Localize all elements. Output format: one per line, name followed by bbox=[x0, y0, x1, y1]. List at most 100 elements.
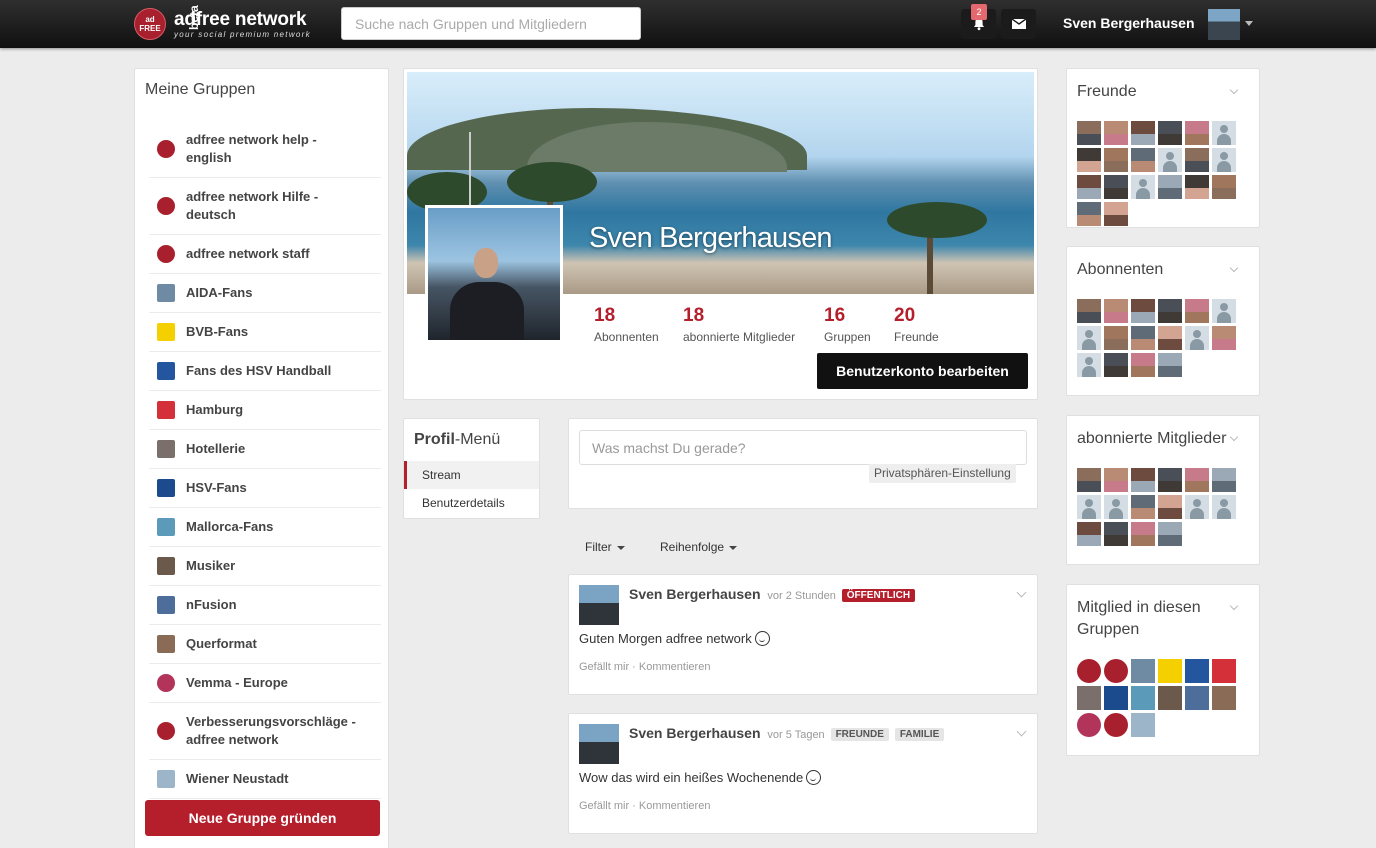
member-avatar[interactable] bbox=[1077, 175, 1101, 199]
member-avatar[interactable] bbox=[1104, 148, 1128, 172]
member-avatar[interactable] bbox=[1104, 299, 1128, 323]
order-dropdown[interactable]: Reihenfolge bbox=[660, 540, 738, 554]
member-avatar[interactable] bbox=[1158, 353, 1182, 377]
collapse-chevron-icon[interactable] bbox=[1229, 601, 1239, 611]
post-options-chevron-icon[interactable] bbox=[1016, 587, 1027, 598]
group-item[interactable]: Mallorca-Fans bbox=[149, 508, 381, 547]
member-avatar[interactable] bbox=[1104, 353, 1128, 377]
member-avatar[interactable] bbox=[1158, 326, 1182, 350]
post-author-avatar[interactable] bbox=[579, 585, 619, 625]
post-timestamp[interactable]: vor 2 Stunden bbox=[767, 590, 836, 602]
book-icon[interactable] bbox=[1131, 713, 1155, 737]
member-avatar[interactable] bbox=[1104, 468, 1128, 492]
hamburg-crest-icon[interactable] bbox=[1212, 659, 1236, 683]
member-avatar[interactable] bbox=[1212, 148, 1236, 172]
collapse-chevron-icon[interactable] bbox=[1229, 263, 1239, 273]
post-author-avatar[interactable] bbox=[579, 724, 619, 764]
member-avatar[interactable] bbox=[1131, 495, 1155, 519]
post-author-name[interactable]: Sven Bergerhausen bbox=[629, 586, 761, 602]
create-group-button[interactable]: Neue Gruppe gründen bbox=[145, 800, 380, 836]
privacy-settings-button[interactable]: Privatsphären-Einstellung bbox=[869, 464, 1016, 483]
member-avatar[interactable] bbox=[1158, 522, 1182, 546]
comment-link[interactable]: Kommentieren bbox=[639, 661, 711, 673]
user-menu-caret-icon[interactable] bbox=[1245, 21, 1253, 26]
member-avatar[interactable] bbox=[1077, 121, 1101, 145]
current-user-avatar[interactable] bbox=[1208, 9, 1240, 40]
member-avatar[interactable] bbox=[1131, 299, 1155, 323]
post-author-name[interactable]: Sven Bergerhausen bbox=[629, 725, 761, 741]
collapse-chevron-icon[interactable] bbox=[1229, 85, 1239, 95]
member-avatar[interactable] bbox=[1185, 148, 1209, 172]
member-avatar[interactable] bbox=[1131, 468, 1155, 492]
member-avatar[interactable] bbox=[1185, 299, 1209, 323]
group-item[interactable]: HSV-Fans bbox=[149, 469, 381, 508]
member-avatar[interactable] bbox=[1185, 495, 1209, 519]
group-item[interactable]: BVB-Fans bbox=[149, 313, 381, 352]
beach-icon[interactable] bbox=[1131, 686, 1155, 710]
status-input[interactable] bbox=[579, 430, 1027, 465]
group-item[interactable]: AIDA-Fans bbox=[149, 274, 381, 313]
member-avatar[interactable] bbox=[1077, 202, 1101, 226]
hsv-handball-icon[interactable] bbox=[1185, 659, 1209, 683]
member-avatar[interactable] bbox=[1077, 522, 1101, 546]
member-avatar[interactable] bbox=[1077, 148, 1101, 172]
member-avatar[interactable] bbox=[1212, 175, 1236, 199]
ship-icon[interactable] bbox=[1131, 659, 1155, 683]
member-avatar[interactable] bbox=[1185, 121, 1209, 145]
member-avatar[interactable] bbox=[1077, 353, 1101, 377]
post-timestamp[interactable]: vor 5 Tagen bbox=[767, 729, 824, 741]
stat-friends[interactable]: 20 Freunde bbox=[894, 305, 939, 344]
group-item[interactable]: Wiener Neustadt bbox=[149, 760, 381, 799]
filter-dropdown[interactable]: Filter bbox=[585, 540, 625, 554]
adfree-logo-icon[interactable] bbox=[1077, 659, 1101, 683]
messages-button[interactable] bbox=[1001, 9, 1036, 39]
adfree-logo-icon[interactable] bbox=[1104, 713, 1128, 737]
member-avatar[interactable] bbox=[1212, 468, 1236, 492]
member-avatar[interactable] bbox=[1158, 175, 1182, 199]
profile-avatar[interactable] bbox=[425, 205, 563, 343]
member-avatar[interactable] bbox=[1158, 121, 1182, 145]
member-avatar[interactable] bbox=[1077, 299, 1101, 323]
wings-icon[interactable] bbox=[1185, 686, 1209, 710]
member-avatar[interactable] bbox=[1077, 468, 1101, 492]
menu-item-user-details[interactable]: Benutzerdetails bbox=[404, 489, 539, 517]
hotel-icon[interactable] bbox=[1077, 686, 1101, 710]
member-avatar[interactable] bbox=[1077, 326, 1101, 350]
member-avatar[interactable] bbox=[1131, 353, 1155, 377]
group-item[interactable]: nFusion bbox=[149, 586, 381, 625]
group-item[interactable]: adfree network staff bbox=[149, 235, 381, 274]
member-avatar[interactable] bbox=[1104, 522, 1128, 546]
vemma-icon[interactable] bbox=[1077, 713, 1101, 737]
like-link[interactable]: Gefällt mir bbox=[579, 800, 629, 812]
group-item[interactable]: Verbesserungsvorschläge - adfree network bbox=[149, 703, 381, 760]
stat-subscribers[interactable]: 18 Abonnenten bbox=[594, 305, 659, 344]
bvb-crest-icon[interactable] bbox=[1158, 659, 1182, 683]
member-avatar[interactable] bbox=[1131, 522, 1155, 546]
post-options-chevron-icon[interactable] bbox=[1016, 726, 1027, 737]
guitar-icon[interactable] bbox=[1158, 686, 1182, 710]
member-avatar[interactable] bbox=[1131, 148, 1155, 172]
group-item[interactable]: Querformat bbox=[149, 625, 381, 664]
member-avatar[interactable] bbox=[1212, 299, 1236, 323]
like-link[interactable]: Gefällt mir bbox=[579, 661, 629, 673]
member-avatar[interactable] bbox=[1185, 326, 1209, 350]
member-avatar[interactable] bbox=[1212, 121, 1236, 145]
group-item[interactable]: Hotellerie bbox=[149, 430, 381, 469]
hsv-diamond-icon[interactable] bbox=[1104, 686, 1128, 710]
member-avatar[interactable] bbox=[1131, 175, 1155, 199]
adfree-logo-icon[interactable] bbox=[1104, 659, 1128, 683]
member-avatar[interactable] bbox=[1158, 495, 1182, 519]
menu-item-stream[interactable]: Stream bbox=[404, 461, 539, 489]
member-avatar[interactable] bbox=[1131, 326, 1155, 350]
adfree-logo[interactable]: ad FREE adfree network your social premi… bbox=[134, 8, 311, 40]
member-avatar[interactable] bbox=[1131, 121, 1155, 145]
member-avatar[interactable] bbox=[1212, 326, 1236, 350]
group-item[interactable]: Musiker bbox=[149, 547, 381, 586]
member-avatar[interactable] bbox=[1212, 495, 1236, 519]
member-avatar[interactable] bbox=[1158, 299, 1182, 323]
member-avatar[interactable] bbox=[1104, 326, 1128, 350]
camera-icon[interactable] bbox=[1212, 686, 1236, 710]
group-item[interactable]: Fans des HSV Handball bbox=[149, 352, 381, 391]
group-item[interactable]: Hamburg bbox=[149, 391, 381, 430]
member-avatar[interactable] bbox=[1104, 121, 1128, 145]
